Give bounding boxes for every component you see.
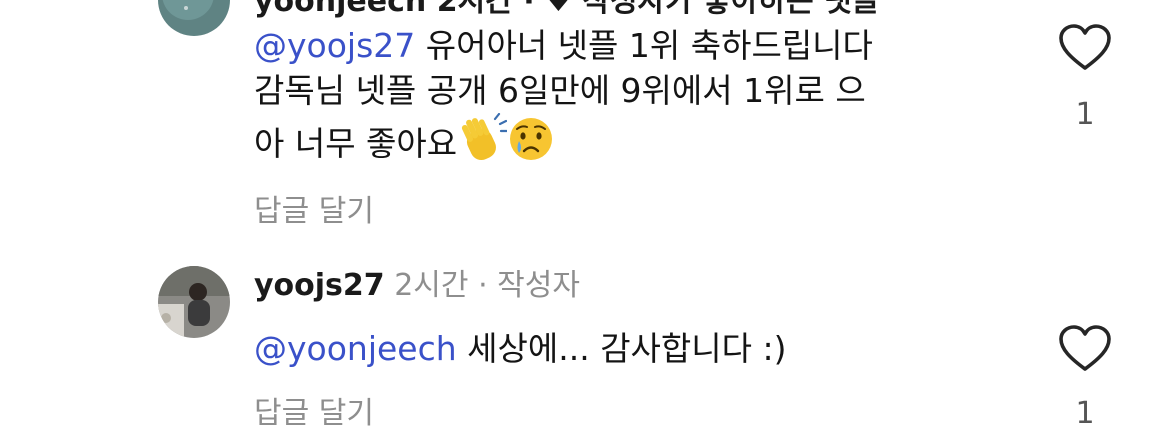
reply-button[interactable]: 답글 달기 <box>254 186 374 230</box>
timestamp: 2시간 <box>394 268 469 303</box>
comment-line-1: @yoojs27 유어아너 넷플 1위 축하드립니다 <box>254 23 1014 68</box>
comment-body: @yoojs27 유어아너 넷플 1위 축하드립니다 감독님 넷플 공개 6일만… <box>254 23 1014 166</box>
comment-header-partial: yoonjeech 2시간 · ♥ 작성자가 좋아하는 댓글 <box>254 0 880 19</box>
meta-separator: · <box>478 268 488 303</box>
comment-body: @yoonjeech 세상에... 감사합니다 :) <box>254 326 1014 371</box>
crying-face-emoji <box>507 115 553 160</box>
comment-text-line3: 아 너무 좋아요 <box>254 124 458 163</box>
avatar-yoojs27[interactable] <box>158 266 230 338</box>
clapping-hands-emoji <box>457 112 509 161</box>
avatar-yoonjeech[interactable] <box>158 0 230 36</box>
mention-link[interactable]: @yoonjeech <box>254 329 457 368</box>
comment-text-line1: 유어아너 넷플 1위 축하드립니다 <box>415 26 873 65</box>
comment-line-3: 아 너무 좋아요 <box>254 112 1014 166</box>
reply-button[interactable]: 답글 달기 <box>254 388 374 432</box>
comment-line-2: 감독님 넷플 공개 6일만에 9위에서 1위로 으 <box>254 71 866 110</box>
heart-outline-icon <box>1059 325 1111 371</box>
comment-meta: yoojs27 2시간 · 작성자 <box>254 266 580 306</box>
heart-outline-icon <box>1059 24 1111 70</box>
comments-thread: yoonjeech 2시간 · ♥ 작성자가 좋아하는 댓글 @yoojs27 … <box>0 0 1170 441</box>
like-button[interactable] <box>1055 325 1115 373</box>
username-link[interactable]: yoojs27 <box>254 268 385 303</box>
like-button[interactable] <box>1055 24 1115 72</box>
comment-text: 세상에... 감사합니다 :) <box>456 329 787 368</box>
mention-link[interactable]: @yoojs27 <box>254 26 415 65</box>
like-count: 1 <box>1075 396 1095 431</box>
author-badge: 작성자 <box>497 268 580 303</box>
like-count: 1 <box>1075 97 1095 132</box>
